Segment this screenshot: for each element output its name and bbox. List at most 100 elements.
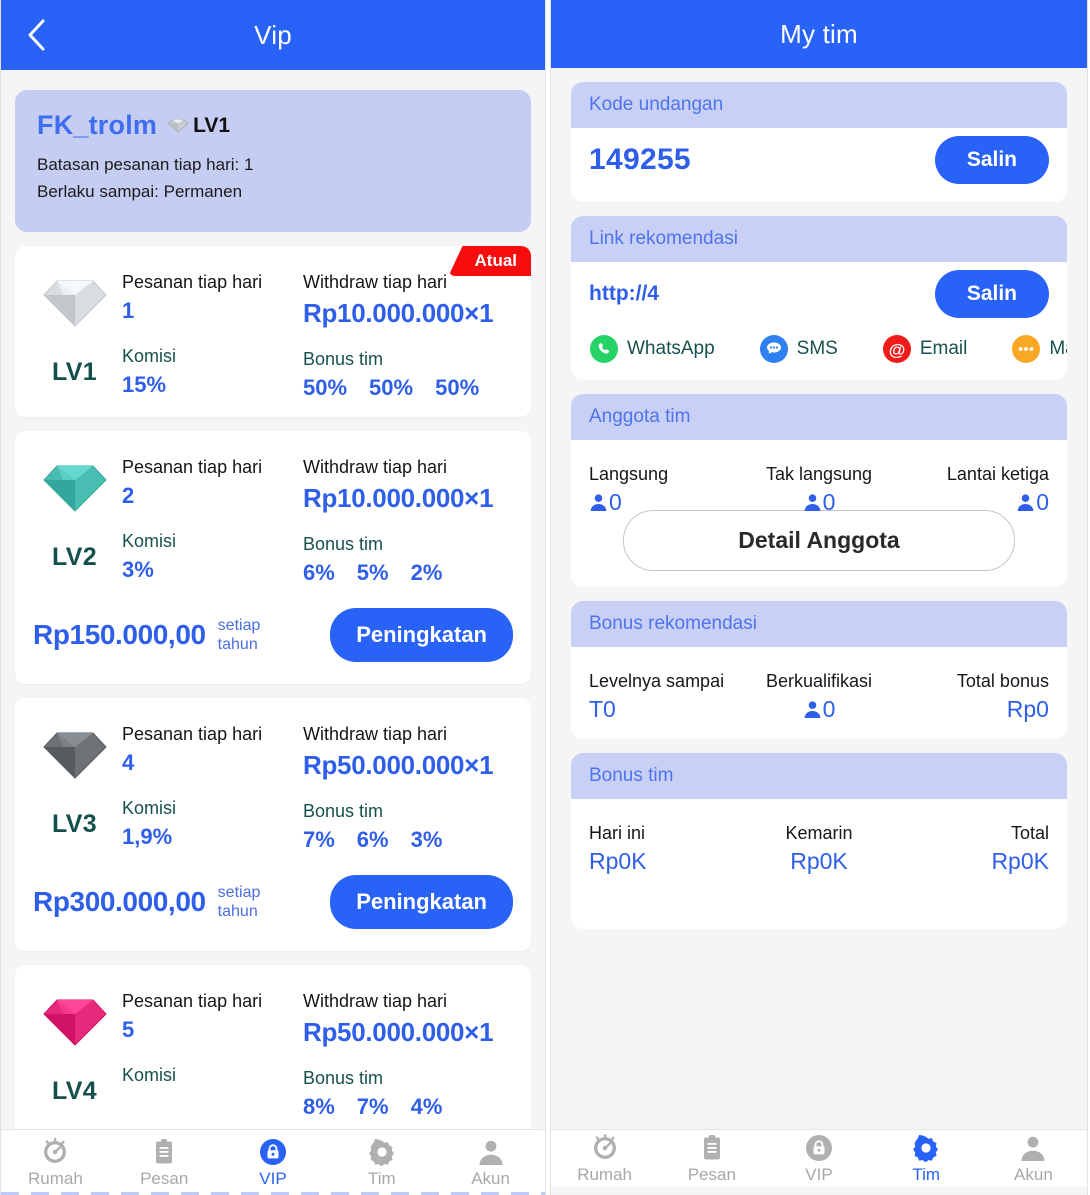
team-bonus-value: 2%	[410, 560, 443, 585]
level-card-footer: Rp150.000,00 setiap tahun Peningkatan	[15, 602, 531, 684]
clipboard-icon	[697, 1133, 727, 1163]
share-sms[interactable]: SMS	[759, 334, 838, 364]
level-left-column: Pesanan tiap hari 1 Komisi 15%	[122, 270, 297, 401]
diamond-dark-icon	[41, 730, 109, 780]
level-gem-column: LV1	[33, 270, 116, 401]
back-button[interactable]	[17, 13, 57, 57]
person-icon	[1016, 493, 1035, 512]
team-scroll-body[interactable]: Kode undangan 149255 Salin Link rekomend…	[551, 68, 1087, 1129]
upgrade-button[interactable]: Peningkatan	[330, 608, 513, 662]
stat-label: Kemarin	[785, 823, 853, 843]
current-level-badge: LV1	[167, 114, 230, 138]
referral-bonus-body: Levelnya sampai T0 Berkualifikasi 0 Tota…	[571, 647, 1067, 739]
tab-tim[interactable]: Tim	[327, 1130, 436, 1195]
person-icon	[1018, 1133, 1048, 1163]
diamond-teal-icon	[41, 463, 109, 513]
person-icon	[589, 493, 608, 512]
tab-pesan[interactable]: Pesan	[658, 1130, 765, 1187]
tab-rumah[interactable]: Rumah	[1, 1130, 110, 1195]
tab-vip[interactable]: VIP	[219, 1130, 328, 1195]
level-name: LV2	[52, 543, 97, 571]
team-bonus-row: 6% 5% 2%	[303, 560, 513, 586]
orders-block: Pesanan tiap hari 5	[122, 989, 297, 1043]
stat-number: Rp0	[1006, 696, 1049, 722]
stat-value: Rp0K	[896, 848, 1049, 875]
team-bonus-value: 6%	[303, 560, 335, 585]
level-card-footer: Rp300.000,00 setiap tahun Peningkatan	[15, 869, 531, 951]
level-badge-label: LV1	[193, 113, 231, 137]
share-email[interactable]: @ Email	[882, 334, 968, 364]
stat-value: Rp0	[896, 696, 1049, 723]
team-bonus-label: Bonus tim	[303, 349, 384, 369]
team-bonus-label: Bonus tim	[303, 1068, 384, 1088]
team-bonus-card: Bonus tim Hari ini Rp0K Kemarin Rp0K Tot…	[571, 753, 1067, 929]
my-team-page-panel: My tim Kode undangan 149255 Salin Link r…	[550, 0, 1088, 1195]
level-card[interactable]: LV2 Pesanan tiap hari 2 Komisi 3% Withdr…	[15, 431, 531, 684]
orders-per-day-value: 1	[122, 298, 135, 323]
current-level-ribbon: Atual	[448, 246, 531, 276]
level-card[interactable]: LV3 Pesanan tiap hari 4 Komisi 1,9% With…	[15, 698, 531, 951]
tab-akun[interactable]: Akun	[436, 1130, 545, 1195]
referral-link-value[interactable]: http://4	[589, 282, 659, 306]
share-mais[interactable]: Mais	[1011, 334, 1067, 364]
stat-cell: Tak langsung 0	[742, 464, 895, 516]
team-bonus-value: 3%	[410, 827, 443, 852]
team-bonus-value: 8%	[303, 1094, 335, 1119]
tab-rumah[interactable]: Rumah	[551, 1130, 658, 1187]
tab-label: Tim	[912, 1164, 941, 1184]
orders-per-day-label: Pesanan tiap hari	[122, 457, 263, 477]
copy-referral-link-button[interactable]: Salin	[934, 270, 1049, 318]
gear-icon	[911, 1133, 941, 1163]
tab-label: VIP	[805, 1164, 833, 1184]
share-label: SMS	[796, 338, 838, 359]
withdraw-per-day-value: Rp10.000.000×1	[303, 483, 494, 513]
copy-invite-code-button[interactable]: Salin	[934, 136, 1049, 184]
commission-block: Komisi	[122, 1063, 297, 1087]
level-card-list: Atual LV1 Pesanan tiap hari 1 Komisi 15%	[15, 246, 531, 1129]
level-right-column: Withdraw tiap hari Rp50.000.000×1 Bonus …	[303, 722, 513, 853]
team-bonus-value: 5%	[356, 560, 389, 585]
stat-value: 0	[742, 696, 895, 723]
withdraw-per-day-value: Rp10.000.000×1	[303, 298, 494, 328]
referral-bonus-heading: Bonus rekomendasi	[571, 601, 1067, 647]
stat-label: Lantai ketiga	[946, 464, 1049, 484]
commission-block: Komisi 1,9%	[122, 796, 297, 850]
speedometer-icon	[40, 1137, 70, 1167]
level-card[interactable]: Atual LV1 Pesanan tiap hari 1 Komisi 15%	[15, 246, 531, 417]
share-whatsapp[interactable]: WhatsApp	[589, 334, 715, 364]
level-right-column: Withdraw tiap hari Rp50.000.000×1 Bonus …	[303, 989, 513, 1120]
stat-cell: Hari ini Rp0K	[589, 823, 742, 875]
level-left-column: Pesanan tiap hari 2 Komisi 3%	[122, 455, 297, 586]
team-bonus-value: 6%	[356, 827, 389, 852]
commission-value: 15%	[122, 372, 167, 397]
referral-link-heading: Link rekomendasi	[571, 216, 1067, 262]
level-card[interactable]: LV4 Pesanan tiap hari 5 Komisi Withdraw …	[15, 965, 531, 1129]
tab-akun[interactable]: Akun	[980, 1130, 1087, 1187]
tab-pesan[interactable]: Pesan	[110, 1130, 219, 1195]
commission-label: Komisi	[122, 531, 177, 551]
stat-number: 0	[609, 489, 622, 515]
stat-cell: Levelnya sampai T0	[589, 671, 742, 723]
share-label: Email	[919, 338, 968, 359]
share-options-row: WhatsApp SMS @ Email Mais	[571, 328, 1067, 380]
diamond-white-icon	[41, 278, 109, 328]
vip-scroll-body[interactable]: FK_trolm LV1 Batasan pesanan tiap hari: …	[1, 70, 545, 1129]
bottom-tabbar-left: Rumah Pesan VIP Tim Akun	[1, 1129, 545, 1195]
upgrade-button[interactable]: Peningkatan	[330, 875, 513, 929]
level-right-column: Withdraw tiap hari Rp10.000.000×1 Bonus …	[303, 270, 513, 401]
team-bonus-label: Bonus tim	[303, 801, 384, 821]
email-at-icon: @	[882, 334, 912, 364]
stat-label: Total	[1010, 823, 1049, 843]
team-bonus-stats: Hari ini Rp0K Kemarin Rp0K Total Rp0K	[589, 813, 1049, 875]
team-bonus-value: 50%	[369, 375, 414, 400]
stat-cell: Kemarin Rp0K	[742, 823, 895, 875]
tab-vip[interactable]: VIP	[765, 1130, 872, 1187]
page-title-team: My tim	[780, 18, 858, 49]
tab-tim[interactable]: Tim	[873, 1130, 980, 1187]
team-bonus-block: Bonus tim 6% 5% 2%	[303, 532, 513, 586]
withdraw-block: Withdraw tiap hari Rp50.000.000×1	[303, 722, 513, 781]
detail-anggota-button[interactable]: Detail Anggota	[623, 510, 1015, 571]
clipboard-icon	[149, 1137, 179, 1167]
referral-link-row: http://4 Salin	[571, 262, 1067, 328]
person-icon	[476, 1137, 506, 1167]
